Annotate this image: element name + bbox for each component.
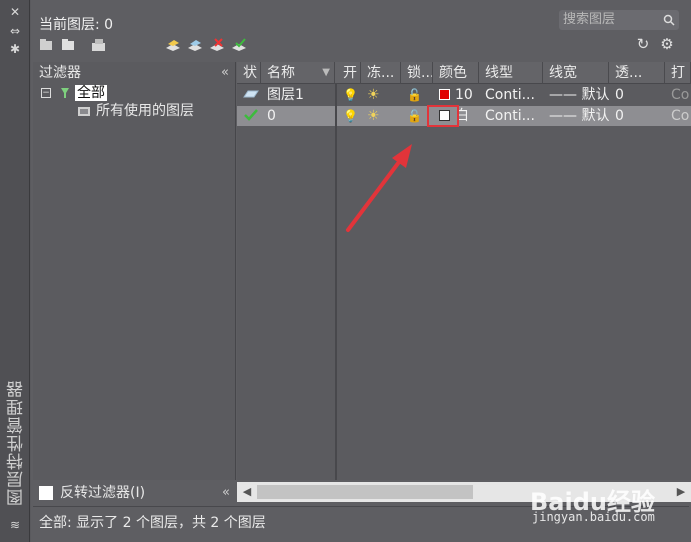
new-layer-icon[interactable] [165,38,181,52]
close-icon[interactable]: ✕ [8,5,22,19]
column-name[interactable]: 名称 ▼ [261,62,335,84]
collapse-filter-icon[interactable]: « [221,62,229,84]
column-status[interactable]: 状 [237,62,261,84]
layer-icon [243,90,259,98]
layer-linetype-cell[interactable]: Conti... [479,85,543,105]
color-swatch [439,89,450,100]
layer-lineweight-cell[interactable]: —— 默认 [543,106,609,126]
sort-down-icon: ▼ [322,67,330,78]
checkmark-icon [244,109,258,121]
layer-lineweight-cell[interactable]: —— 默认 [543,85,609,105]
layer-plot-cell[interactable]: Co [665,106,691,126]
layer-on-cell[interactable]: 💡 [337,85,361,105]
layer-freeze-cell[interactable]: ☀ [361,106,401,126]
new-group-filter-icon[interactable] [61,38,77,52]
delete-layer-icon[interactable] [209,38,225,52]
unlock-icon: 🔓 [407,109,422,123]
highlight-box [427,105,459,127]
column-lock[interactable]: 锁... [401,62,433,84]
filter-title: 过滤器 [39,65,81,81]
column-lineweight[interactable]: 线宽 [543,62,609,84]
layer-on-cell[interactable]: 💡 [337,106,361,126]
layer-lock-cell[interactable]: 🔓 [401,85,433,105]
layer-stack-icon[interactable]: ≋ [8,518,22,532]
watermark-url: jingyan.baidu.com [532,510,655,524]
scroll-left-icon[interactable]: ◀ [240,484,254,500]
layer-transparency-cell[interactable]: 0 [609,106,665,126]
layer-status-cell [237,106,261,126]
invert-filter-label: 反转过滤器(I) [60,485,146,501]
palette-title: 图层特性管理器 [7,380,27,506]
layer-freeze-cell[interactable]: ☀ [361,85,401,105]
invert-filter-checkbox[interactable] [39,486,53,500]
lightbulb-on-icon: 💡 [343,88,358,102]
autohide-icon[interactable]: ⇔ [8,24,22,38]
layer-status-cell [237,85,261,105]
column-plot[interactable]: 打 [665,62,691,84]
tree-item-all-label: 全部 [75,85,107,101]
layer-states-manager-icon[interactable] [91,38,107,52]
top-bar: 当前图层: 0 搜索图层 ↻ ⚙ [31,0,691,60]
unlock-icon: 🔓 [407,88,422,102]
palette-strip: ✕ ⇔ ✱ 图层特性管理器 ≋ [0,0,30,542]
tree-item-all[interactable]: − 全部 [33,84,235,102]
column-color[interactable]: 颜色 [433,62,479,84]
layer-transparency-cell[interactable]: 0 [609,85,665,105]
filter-folder-icon [78,107,90,116]
layer-name-cell[interactable]: 0 [261,106,335,126]
lightbulb-on-icon: 💡 [343,109,358,123]
layer-color-cell[interactable]: 10 [433,85,479,105]
color-label: 10 [455,87,473,103]
set-current-layer-icon[interactable] [231,38,247,52]
tree-item-used-label: 所有使用的图层 [96,103,194,119]
search-layers-input[interactable]: 搜索图层 [559,10,679,30]
filter-tree-pane: 过滤器 « − 全部 所有使用的图层 [33,62,236,480]
scrollbar-thumb[interactable] [257,485,473,499]
search-placeholder: 搜索图层 [563,12,616,27]
collapse-filter-bottom-icon[interactable]: « [222,482,230,504]
baidu-watermark: Baidu经验 jingyan.baidu.com [530,470,690,532]
table-header: 状 名称 ▼ 开 冻... 锁... 颜色 线型 线宽 透... 打 [237,62,691,84]
table-row[interactable]: 0 💡 ☀ 🔓 白 Conti... —— 默认 0 Co [237,106,691,126]
column-divider [335,84,337,480]
layer-table: 状 名称 ▼ 开 冻... 锁... 颜色 线型 线宽 透... 打 图层1 💡… [237,62,691,480]
refresh-icon[interactable]: ↻ [635,36,651,52]
sun-thaw-icon: ☀ [367,87,380,103]
layer-linetype-cell[interactable]: Conti... [479,106,543,126]
layer-plot-cell[interactable]: Co [665,85,691,105]
layer-properties-panel: 当前图层: 0 搜索图层 ↻ ⚙ 过滤器 « − 全部 所有使用的图层 反转过滤… [31,0,691,542]
search-icon [663,14,675,26]
invert-filter-row: 反转过滤器(I) « [33,482,236,504]
sun-thaw-icon: ☀ [367,108,380,124]
current-layer-label: 当前图层: 0 [39,17,114,33]
settings-gear-icon[interactable]: ⚙ [659,36,675,52]
new-property-filter-icon[interactable] [39,38,55,52]
column-name-label: 名称 [267,65,295,81]
column-freeze[interactable]: 冻... [361,62,401,84]
column-transparency[interactable]: 透... [609,62,665,84]
tree-collapse-icon[interactable]: − [41,88,51,98]
column-linetype[interactable]: 线型 [479,62,543,84]
tree-item-all-used-layers[interactable]: 所有使用的图层 [33,102,235,120]
column-on[interactable]: 开 [337,62,361,84]
layer-name-cell[interactable]: 图层1 [261,85,335,105]
filter-all-icon [61,88,69,98]
properties-icon[interactable]: ✱ [8,42,22,56]
table-row[interactable]: 图层1 💡 ☀ 🔓 10 Conti... —— 默认 0 Co [237,85,691,105]
new-layer-vp-frozen-icon[interactable] [187,38,203,52]
filter-header: 过滤器 « [33,62,235,84]
